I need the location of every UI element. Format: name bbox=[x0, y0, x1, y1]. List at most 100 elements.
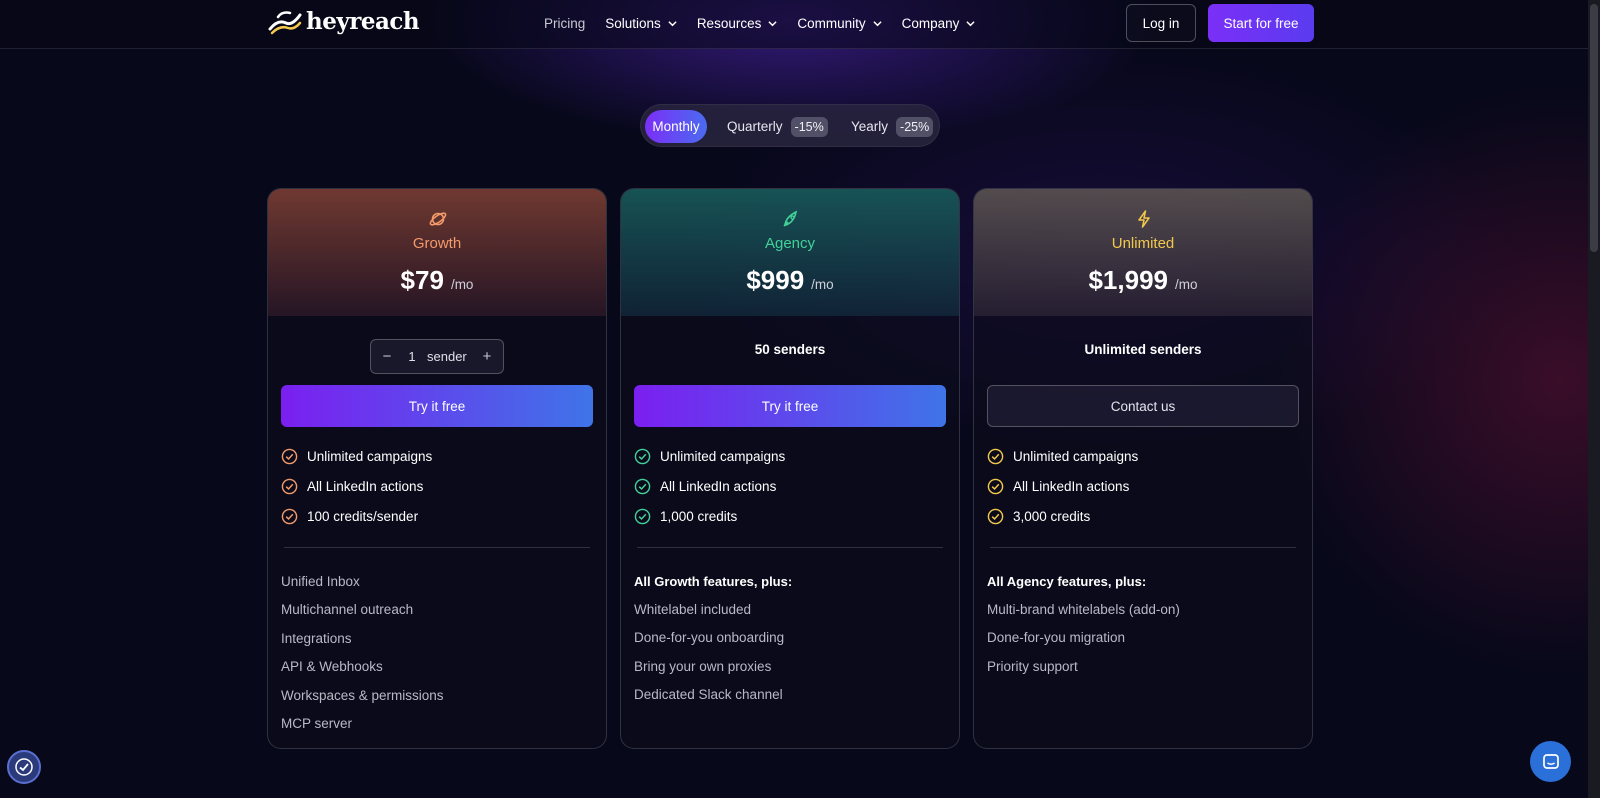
check-circle-icon bbox=[987, 508, 1004, 524]
feature-label: All LinkedIn actions bbox=[660, 478, 777, 494]
extra-feature: Workspaces & permissions bbox=[281, 687, 444, 703]
discount-badge: -25% bbox=[896, 116, 934, 137]
price-amount: $79 bbox=[400, 265, 444, 295]
rocket-icon bbox=[783, 210, 798, 227]
check-circle-icon bbox=[987, 478, 1004, 494]
check-circle-icon bbox=[634, 508, 651, 524]
extra-feature: Whitelabel included bbox=[634, 601, 752, 617]
sender-count: Unlimited senders bbox=[1084, 342, 1202, 357]
feature-list: Unlimited campaigns All LinkedIn actions… bbox=[634, 441, 785, 531]
scrollbar-thumb[interactable] bbox=[1590, 4, 1598, 252]
try-it-free-button[interactable]: Try it free bbox=[634, 385, 946, 427]
feature-item: 1,000 credits bbox=[634, 501, 785, 531]
billing-option-quarterly[interactable]: Quarterly -15% bbox=[727, 110, 828, 143]
sender-quantity-stepper: − 1 sender + bbox=[370, 339, 504, 374]
check-circle-icon bbox=[987, 448, 1004, 464]
nav-label: Solutions bbox=[605, 15, 661, 31]
sender-count: 50 senders bbox=[754, 342, 826, 357]
chat-support-button[interactable] bbox=[1530, 741, 1571, 782]
billing-option-yearly[interactable]: Yearly -25% bbox=[851, 110, 934, 143]
extra-feature: Integrations bbox=[281, 630, 352, 646]
feature-label: All LinkedIn actions bbox=[307, 478, 424, 494]
nav-community[interactable]: Community bbox=[797, 15, 882, 31]
nav-label: Company bbox=[901, 15, 960, 31]
top-navbar: heyreach Pricing Solutions Resources Com… bbox=[0, 0, 1588, 49]
check-circle-icon bbox=[634, 448, 651, 464]
extra-feature: API & Webhooks bbox=[281, 659, 383, 675]
extra-features-list: All Agency features, plus: Multi-brand w… bbox=[987, 567, 1180, 681]
extra-feature: Dedicated Slack channel bbox=[634, 687, 783, 703]
check-circle-icon bbox=[281, 448, 298, 464]
card-divider bbox=[990, 547, 1296, 548]
extra-feature: Multi-brand whitelabels (add-on) bbox=[987, 601, 1180, 617]
page-scrollbar[interactable] bbox=[1588, 0, 1600, 798]
main-nav: Pricing Solutions Resources Community Co… bbox=[544, 0, 975, 46]
price-amount: $999 bbox=[746, 265, 805, 295]
increment-button[interactable]: + bbox=[471, 348, 503, 365]
feature-item: 100 credits/sender bbox=[281, 501, 432, 531]
card-divider bbox=[284, 547, 590, 548]
feature-item: 3,000 credits bbox=[987, 501, 1138, 531]
login-button[interactable]: Log in bbox=[1126, 4, 1196, 42]
nav-label: Community bbox=[797, 15, 866, 31]
cookie-consent-button[interactable] bbox=[7, 750, 41, 784]
plan-card-growth: Growth $79 /mo − 1 sender + Try it free … bbox=[267, 188, 607, 749]
feature-label: 1,000 credits bbox=[660, 508, 738, 524]
extra-feature: Done-for-you migration bbox=[987, 630, 1126, 646]
extra-feature: Done-for-you onboarding bbox=[634, 630, 785, 646]
feature-label: Unlimited campaigns bbox=[307, 448, 433, 464]
extra-feature: Priority support bbox=[987, 658, 1078, 674]
nav-company[interactable]: Company bbox=[902, 16, 976, 31]
plan-card-header: Agency $999 /mo bbox=[621, 189, 959, 316]
plan-price: $999 /mo bbox=[621, 265, 959, 296]
extra-feature: Multichannel outreach bbox=[281, 602, 414, 618]
check-circle-icon bbox=[281, 478, 298, 494]
shield-check-icon bbox=[15, 758, 33, 776]
chevron-down-icon bbox=[768, 20, 777, 26]
brand-logo[interactable]: heyreach bbox=[268, 8, 420, 35]
price-period: /mo bbox=[450, 277, 474, 292]
feature-item: All LinkedIn actions bbox=[281, 471, 432, 501]
check-circle-icon bbox=[281, 508, 298, 524]
plan-card-agency: Agency $999 /mo 50 senders Try it free U… bbox=[620, 188, 960, 749]
chat-icon bbox=[1542, 753, 1559, 769]
feature-item: All LinkedIn actions bbox=[987, 471, 1138, 501]
nav-pricing[interactable]: Pricing bbox=[544, 16, 585, 31]
feature-label: All LinkedIn actions bbox=[1013, 478, 1130, 494]
plan-name: Growth bbox=[412, 235, 462, 252]
plan-price: $79 /mo bbox=[268, 265, 606, 296]
extra-features-list: All Growth features, plus: Whitelabel in… bbox=[634, 567, 792, 709]
feature-list: Unlimited campaigns All LinkedIn actions… bbox=[281, 441, 432, 531]
start-for-free-button[interactable]: Start for free bbox=[1208, 4, 1314, 42]
extras-heading: All Agency features, plus: bbox=[987, 573, 1147, 589]
feature-item: Unlimited campaigns bbox=[281, 441, 432, 471]
nav-resources[interactable]: Resources bbox=[697, 16, 778, 31]
plan-name: Unlimited bbox=[1111, 235, 1175, 252]
feature-list: Unlimited campaigns All LinkedIn actions… bbox=[987, 441, 1138, 531]
nav-label: Pricing bbox=[544, 15, 586, 31]
plan-card-header: Growth $79 /mo bbox=[268, 189, 606, 316]
lightning-icon bbox=[1138, 210, 1150, 228]
feature-item: All LinkedIn actions bbox=[634, 471, 785, 501]
nav-solutions[interactable]: Solutions bbox=[605, 16, 677, 31]
decrement-button[interactable]: − bbox=[371, 348, 403, 365]
billing-option-monthly[interactable]: Monthly bbox=[645, 110, 707, 143]
try-it-free-button[interactable]: Try it free bbox=[281, 385, 593, 427]
discount-badge: -15% bbox=[790, 116, 828, 137]
plan-card-header: Unlimited $1,999 /mo bbox=[974, 189, 1312, 316]
feature-item: Unlimited campaigns bbox=[634, 441, 785, 471]
extra-feature: Unified Inbox bbox=[281, 573, 360, 589]
feature-label: 3,000 credits bbox=[1013, 508, 1091, 524]
planet-icon bbox=[429, 212, 447, 226]
sender-count[interactable]: 1 bbox=[403, 349, 421, 364]
chevron-down-icon bbox=[668, 20, 677, 26]
contact-us-button[interactable]: Contact us bbox=[987, 385, 1299, 427]
plan-price: $1,999 /mo bbox=[974, 265, 1312, 296]
extra-feature: Bring your own proxies bbox=[634, 658, 772, 674]
price-amount: $1,999 bbox=[1088, 265, 1168, 295]
feature-item: Unlimited campaigns bbox=[987, 441, 1138, 471]
price-period: /mo bbox=[1175, 277, 1198, 292]
nav-label: Resources bbox=[696, 15, 762, 31]
extra-feature: MCP server bbox=[281, 716, 353, 732]
card-divider bbox=[637, 547, 943, 548]
